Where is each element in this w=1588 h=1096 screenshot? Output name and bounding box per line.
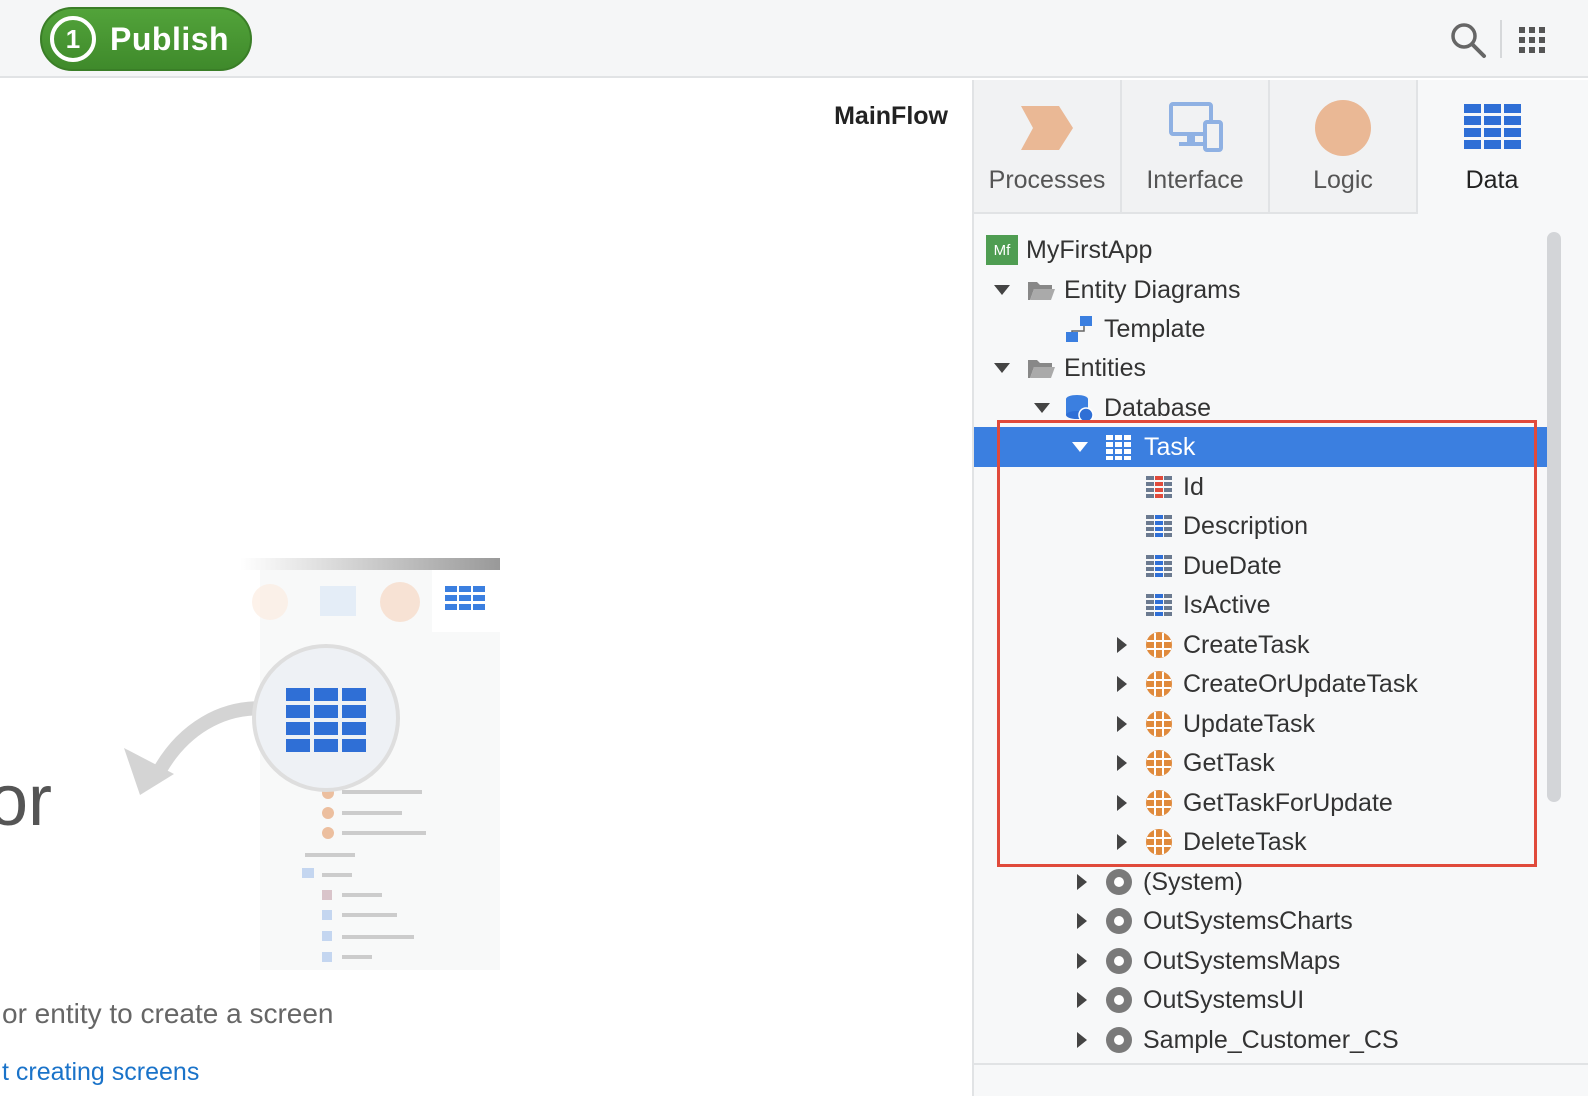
entity-icon (1106, 435, 1131, 460)
tree-label: IsActive (1183, 590, 1271, 619)
attribute-icon (1146, 555, 1172, 577)
tree-label: CreateOrUpdateTask (1183, 669, 1418, 698)
tree-label: Entities (1064, 353, 1146, 382)
entity-action-icon (1146, 711, 1172, 737)
entity-action-icon (1146, 750, 1172, 776)
entity-action-icon (1146, 632, 1172, 658)
caret-right-icon[interactable] (1072, 911, 1092, 931)
caret-right-icon[interactable] (1112, 753, 1132, 773)
entity-action-icon (1146, 829, 1172, 855)
flow-title: MainFlow (834, 102, 948, 130)
canvas-partial-heading: or (0, 761, 53, 841)
tree-label: DueDate (1183, 551, 1282, 580)
main-canvas[interactable]: MainFlow or or entity to create a screen… (0, 80, 972, 1096)
logic-icon (1315, 100, 1371, 156)
tree-label: Entity Diagrams (1064, 275, 1241, 304)
canvas-help-link[interactable]: t creating screens (2, 1058, 199, 1087)
attribute-icon (1146, 594, 1172, 616)
panel-divider (972, 1063, 1588, 1065)
tab-data[interactable]: Data (1418, 80, 1566, 214)
publish-label: Publish (110, 20, 230, 57)
tree-label: OutSystemsMaps (1143, 946, 1341, 975)
tree-label: Id (1183, 472, 1204, 501)
caret-right-icon[interactable] (1072, 990, 1092, 1010)
tree-label: GetTask (1183, 748, 1275, 777)
tree-label: CreateTask (1183, 630, 1310, 659)
tree-label: Template (1104, 314, 1206, 343)
apps-grid-icon[interactable] (1518, 26, 1546, 54)
tab-interface[interactable]: Interface (1122, 80, 1270, 214)
database-icon (1066, 395, 1094, 423)
module-reference-icon (1106, 987, 1132, 1013)
module-reference-icon (1106, 869, 1132, 895)
caret-right-icon[interactable] (1112, 793, 1132, 813)
tree-label: DeleteTask (1183, 827, 1307, 856)
tree-label: MyFirstApp (1026, 235, 1153, 264)
entity-action-icon (1146, 790, 1172, 816)
tree-label: OutSystemsUI (1143, 985, 1305, 1014)
tree-label: GetTaskForUpdate (1183, 788, 1393, 817)
caret-down-icon[interactable] (992, 280, 1012, 300)
entity-action-icon (1146, 671, 1172, 697)
drag-entity-illustration (124, 558, 500, 970)
search-icon[interactable] (1448, 20, 1488, 60)
entity-diagram-icon (1066, 316, 1092, 342)
caret-right-icon[interactable] (1072, 872, 1092, 892)
caret-right-icon[interactable] (1112, 674, 1132, 694)
app-badge-icon: Mf (986, 235, 1018, 265)
tree-label: Task (1144, 432, 1196, 461)
tree-label: OutSystemsCharts (1143, 906, 1353, 935)
module-reference-icon (1106, 948, 1132, 974)
caret-right-icon[interactable] (1112, 832, 1132, 852)
module-reference-icon (1106, 908, 1132, 934)
tree-label: Sample_Customer_CS (1143, 1025, 1399, 1054)
module-reference-icon (1106, 1027, 1132, 1053)
tab-label: Data (1465, 166, 1519, 194)
tab-processes[interactable]: Processes (974, 80, 1122, 214)
caret-down-icon[interactable] (1070, 437, 1090, 457)
caret-right-icon[interactable] (1072, 1030, 1092, 1050)
tab-label: Processes (988, 166, 1106, 194)
caret-down-icon[interactable] (1032, 398, 1052, 418)
tree-label: (System) (1143, 867, 1243, 896)
tree-label: Description (1183, 511, 1309, 540)
caret-down-icon[interactable] (992, 358, 1012, 378)
identifier-attribute-icon (1146, 476, 1172, 498)
tree-label: UpdateTask (1183, 709, 1316, 738)
publish-button[interactable]: 1 Publish (40, 7, 252, 71)
tab-logic[interactable]: Logic (1270, 80, 1418, 214)
caret-right-icon[interactable] (1072, 951, 1092, 971)
caret-right-icon[interactable] (1112, 635, 1132, 655)
folder-open-icon (1028, 282, 1055, 300)
caret-right-icon[interactable] (1112, 714, 1132, 734)
tree-label: Database (1104, 393, 1212, 422)
interface-icon (1169, 102, 1223, 152)
tree-scrollbar[interactable] (1547, 232, 1561, 802)
canvas-hint-text: or entity to create a screen (2, 998, 334, 1029)
top-toolbar: 1 Publish (0, 0, 1588, 78)
attribute-icon (1146, 515, 1172, 537)
tab-label: Interface (1146, 166, 1244, 194)
tree-item-task[interactable]: Task (974, 427, 1548, 467)
publish-count-badge: 1 (50, 16, 96, 62)
processes-icon (1021, 106, 1073, 150)
toolbar-divider (1500, 20, 1502, 58)
panel-tabs: Processes Interface Logic Data (974, 80, 1574, 214)
data-icon (1464, 104, 1521, 149)
elements-panel: Processes Interface Logic Data (972, 80, 1588, 1096)
folder-open-icon (1028, 360, 1055, 378)
tab-label: Logic (1313, 166, 1373, 194)
